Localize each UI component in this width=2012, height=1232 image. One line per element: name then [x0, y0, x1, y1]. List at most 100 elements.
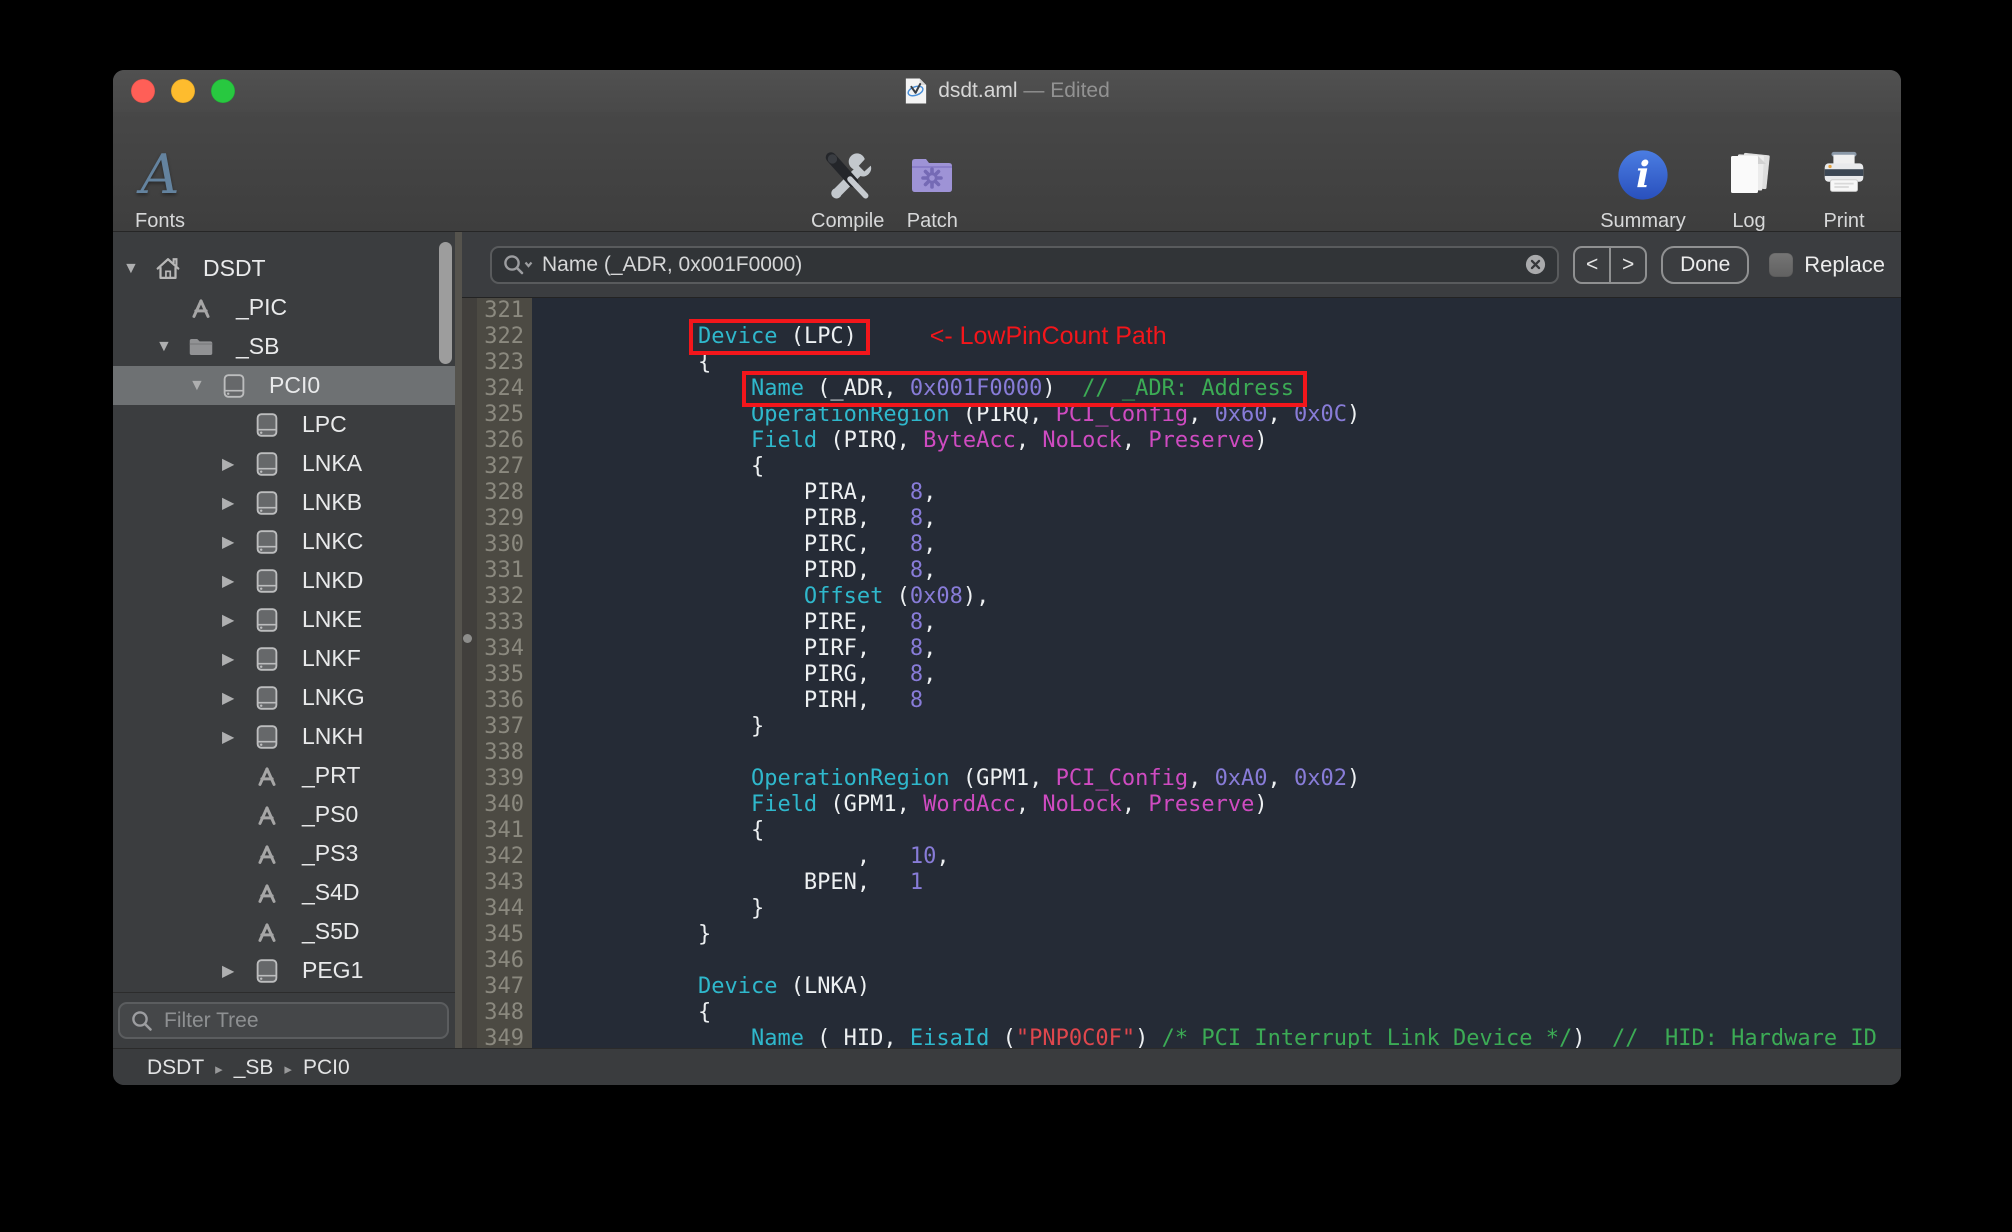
line-number: 343: [484, 870, 524, 895]
code-text: }: [592, 922, 712, 947]
sidebar-item-label: LNKD: [302, 567, 364, 593]
code-text: {: [592, 1000, 712, 1025]
disclosure-triangle-icon[interactable]: ▶: [222, 571, 252, 591]
sidebar-item-_S4D[interactable]: _S4D: [113, 873, 455, 912]
code-text: PIRG, 8,: [592, 662, 937, 687]
disclosure-triangle-icon[interactable]: ▶: [222, 493, 252, 513]
line-number: 338: [484, 740, 524, 765]
device-icon: [252, 722, 282, 752]
sidebar-item-_PS0[interactable]: _PS0: [113, 795, 455, 834]
sidebar-item-label: DSDT: [203, 255, 266, 281]
disclosure-triangle-icon[interactable]: ▶: [222, 649, 252, 669]
code-line: 335 PIRG, 8,: [462, 662, 1901, 688]
code-line: 338: [462, 740, 1901, 766]
close-button[interactable]: [131, 79, 155, 103]
method-icon: [252, 761, 282, 791]
done-button[interactable]: Done: [1661, 245, 1750, 284]
method-icon: [252, 839, 282, 869]
sidebar-item-_PIC[interactable]: _PIC: [113, 288, 455, 327]
disclosure-triangle-icon[interactable]: ▶: [222, 688, 252, 708]
line-number: 345: [484, 922, 524, 947]
sidebar-item-PCI0[interactable]: ▼ PCI0: [113, 366, 455, 405]
editor-pane: Name (_ADR, 0x001F0000) < > Done Replace: [462, 232, 1901, 1048]
code-line: 345 }: [462, 922, 1901, 948]
breadcrumb-item-PCI0[interactable]: PCI0: [303, 1056, 350, 1080]
code-line: 344 }: [462, 896, 1901, 922]
code-text: PIRC, 8,: [592, 532, 937, 557]
sidebar-item-LNKC[interactable]: ▶ LNKC: [113, 522, 455, 561]
zoom-button[interactable]: [211, 79, 235, 103]
code-editor[interactable]: 321 322 Device (LPC) 323 {324 Name (_ADR, …: [462, 298, 1901, 1048]
splitter-handle-dot[interactable]: [463, 634, 472, 643]
disclosure-triangle-icon[interactable]: ▶: [222, 610, 252, 630]
sidebar-item-LNKG[interactable]: ▶ LNKG: [113, 678, 455, 717]
code-line: 346: [462, 948, 1901, 974]
find-previous-button[interactable]: <: [1575, 247, 1612, 282]
disclosure-triangle-icon[interactable]: ▶: [222, 532, 252, 552]
fonts-button[interactable]: A Fonts: [135, 116, 185, 233]
compile-icon: [825, 152, 871, 199]
line-number: 324: [484, 376, 524, 401]
replace-checkbox[interactable]: [1769, 252, 1794, 277]
sidebar-item-DSDT[interactable]: ▼ DSDT: [113, 249, 455, 288]
sidebar-divider: [113, 992, 455, 993]
disclosure-triangle-icon[interactable]: ▶: [222, 961, 252, 981]
sidebar-item-LNKD[interactable]: ▶ LNKD: [113, 561, 455, 600]
code-text: Offset (0x08),: [803, 584, 990, 609]
sidebar-item-LNKE[interactable]: ▶ LNKE: [113, 600, 455, 639]
disclosure-triangle-icon[interactable]: ▼: [123, 260, 153, 278]
sidebar-item-LNKF[interactable]: ▶ LNKF: [113, 639, 455, 678]
code-line: 340 Field (GPM1, WordAcc, NoLock, Preser…: [462, 792, 1901, 818]
log-button[interactable]: Log: [1713, 116, 1785, 232]
device-icon: [252, 410, 282, 440]
device-icon: [252, 683, 282, 713]
sidebar-scrollbar-thumb[interactable]: [439, 242, 452, 364]
search-menu-icon: [504, 254, 533, 274]
sidebar-item-_PRT[interactable]: _PRT: [113, 756, 455, 795]
disclosure-triangle-icon[interactable]: ▶: [222, 454, 252, 474]
code-line: 349 Name (_HID, EisaId ("PNP0C0F") /* PC…: [462, 1026, 1901, 1048]
summary-button[interactable]: i Summary: [1591, 116, 1695, 232]
sidebar-item-_PS3[interactable]: _PS3: [113, 834, 455, 873]
breadcrumb-item-DSDT[interactable]: DSDT: [147, 1056, 204, 1080]
patch-button[interactable]: Patch: [904, 116, 960, 232]
code-line: 333 PIRE, 8,: [462, 610, 1901, 636]
line-number: 331: [484, 558, 524, 583]
find-input[interactable]: Name (_ADR, 0x001F0000): [490, 245, 1560, 284]
pane-splitter[interactable]: [455, 232, 462, 1048]
code-line: 322 Device (LPC): [462, 324, 1901, 350]
sidebar-item-_S5D[interactable]: _S5D: [113, 912, 455, 951]
minimize-button[interactable]: [171, 79, 195, 103]
line-number: 346: [484, 948, 524, 973]
compile-button[interactable]: Compile: [811, 116, 884, 232]
print-button[interactable]: Print: [1803, 116, 1885, 232]
disclosure-triangle-icon[interactable]: ▼: [189, 377, 219, 395]
breadcrumb-separator-icon: ▸: [215, 1060, 223, 1078]
sidebar-item-LPC[interactable]: LPC: [113, 405, 455, 444]
code-text: {: [592, 454, 765, 479]
breadcrumb-item-_SB[interactable]: _SB: [234, 1056, 274, 1080]
find-next-button[interactable]: >: [1611, 248, 1645, 282]
sidebar-item-_SB[interactable]: ▼ _SB: [113, 327, 455, 366]
line-number: 326: [484, 428, 524, 453]
disclosure-triangle-icon[interactable]: ▼: [156, 338, 186, 356]
search-icon: [132, 1010, 152, 1031]
line-number: 322: [484, 324, 524, 349]
code-line: 339 OperationRegion (GPM1, PCI_Config, 0…: [462, 766, 1901, 792]
line-number: 333: [484, 610, 524, 635]
line-number: 344: [484, 896, 524, 921]
main-area: ▼ DSDT _PIC ▼ _SB ▼ PCI0 LPC ▶ LNKA ▶ LNKB ▶ LNKC ▶ LNK…: [113, 232, 1901, 1048]
fonts-icon: A: [140, 143, 180, 206]
disclosure-triangle-icon[interactable]: ▶: [222, 727, 252, 747]
log-icon: [1731, 152, 1770, 193]
summary-icon: i: [1618, 150, 1668, 200]
filter-tree-input[interactable]: Filter Tree: [118, 1002, 449, 1039]
clear-search-icon[interactable]: [1524, 253, 1547, 276]
sidebar-item-LNKA[interactable]: ▶ LNKA: [113, 444, 455, 483]
sidebar-item-LNKB[interactable]: ▶ LNKB: [113, 483, 455, 522]
sidebar-item-label: LNKG: [302, 684, 365, 710]
sidebar-item-LNKH[interactable]: ▶ LNKH: [113, 717, 455, 756]
code-line: 328 PIRA, 8,: [462, 480, 1901, 506]
sidebar-item-PEG1[interactable]: ▶ PEG1: [113, 951, 455, 990]
sidebar-item-label: LNKC: [302, 528, 364, 554]
